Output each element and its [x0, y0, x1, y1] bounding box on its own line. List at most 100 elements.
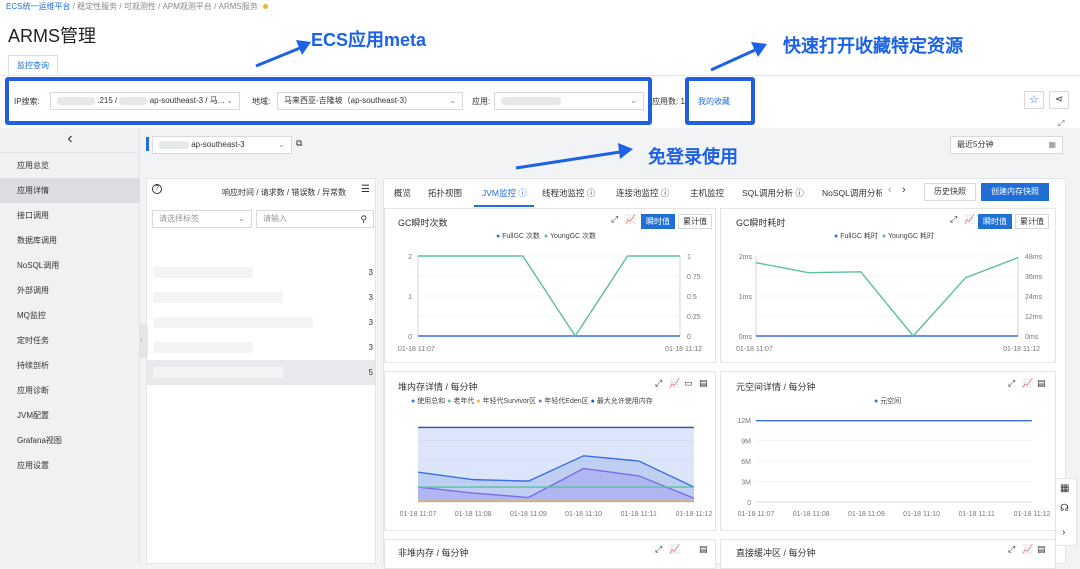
list-item-count: 5 [368, 368, 373, 377]
table-icon[interactable]: ▤ [1037, 378, 1046, 389]
list-item-count: 3 [368, 293, 373, 302]
expand-icon[interactable]: ⤢ [655, 378, 662, 389]
time-range-select[interactable]: 最近5分钟 ▦ [950, 136, 1063, 154]
tag-select[interactable]: 请选择标签 ⌄ [152, 210, 252, 228]
list-item[interactable]: 3 [147, 310, 375, 335]
sidebar-item[interactable]: 定时任务 [0, 328, 140, 353]
chevron-left-icon[interactable]: ‹ [888, 184, 892, 196]
instance-region: ap-southeast-3 [191, 140, 245, 149]
nonheap-title: 非堆内存 / 每分钟 [398, 548, 469, 558]
sidebar-item[interactable]: 接口调用 [0, 203, 140, 228]
favorites-link[interactable]: 我的收藏 [698, 96, 730, 107]
chevron-down-icon: ⌄ [226, 96, 233, 105]
instance-select[interactable]: ap-southeast-3 ⌄ [152, 136, 292, 154]
tab-item[interactable]: 拓扑视图 [428, 187, 462, 199]
tab-label: 连接池监控 [616, 188, 659, 198]
chevron-right-icon[interactable]: › [1062, 527, 1065, 538]
redacted [57, 96, 95, 105]
expand-icon[interactable]: ⤢ [611, 214, 618, 225]
calendar-icon: ▦ [1048, 140, 1056, 149]
tab-item[interactable]: JVM监控 ⓘ [482, 187, 527, 199]
tab-item[interactable]: 概览 [394, 187, 411, 199]
table-icon[interactable]: ▤ [1037, 544, 1046, 555]
redacted [119, 96, 148, 105]
fullscreen-icon[interactable]: ⤢ [1058, 119, 1064, 129]
help-icon[interactable]: ? [152, 184, 162, 194]
tab-item[interactable]: 连接池监控 ⓘ [616, 187, 669, 199]
expand-icon[interactable]: ⤢ [950, 214, 957, 225]
tab-item[interactable]: NoSQL调用分析 [822, 187, 882, 199]
search-icon: ⚲ [360, 214, 367, 224]
line-chart-icon[interactable]: 📈 [669, 378, 680, 389]
legend-item: FullGC 次数 [502, 233, 540, 240]
legend-item: 最大允许使用内存 [596, 398, 653, 405]
sidebar-item[interactable]: 应用总览 [0, 153, 140, 178]
chevron-down-icon: ⌄ [449, 96, 456, 105]
sidebar-item[interactable]: JVM配置 [0, 403, 140, 428]
chevron-right-icon[interactable]: › [902, 184, 906, 196]
line-chart-icon[interactable]: 📈 [669, 544, 680, 555]
table-icon[interactable]: ▤ [699, 544, 708, 555]
sidebar-item[interactable]: 应用诊断 [0, 378, 140, 403]
share-icon[interactable]: ⋖ [1049, 91, 1069, 109]
support-icon[interactable]: ☊ [1060, 503, 1069, 514]
metaspace-title: 元空间详情 / 每分钟 [736, 382, 816, 392]
create-snapshot-button[interactable]: 创建内存快照 [981, 183, 1049, 201]
help-icon: ⓘ [516, 188, 527, 198]
metrics-sort[interactable]: 响应时间 / 请求数 / 错误数 / 异常数 [222, 187, 346, 198]
legend-item: YoungGC 耗时 [888, 233, 935, 240]
cumulative-button[interactable]: 累计值 [678, 214, 712, 229]
tab-item[interactable]: 线程池监控 ⓘ [542, 187, 595, 199]
sidebar-item[interactable]: MQ监控 [0, 303, 140, 328]
list-item-count: 3 [368, 268, 373, 277]
sidebar-item[interactable]: 应用设置 [0, 453, 140, 478]
list-item-count: 3 [368, 318, 373, 327]
time-range-value: 最近5分钟 [957, 140, 994, 149]
line-chart-icon[interactable]: 📈 [964, 214, 975, 225]
sidebar-item[interactable]: 应用详情 [0, 178, 140, 203]
heap-legend: ● 使用总和 ● 老年代 ● 年轻代Survivor区 ● 年轻代Eden区 ●… [411, 398, 653, 405]
tab-label: JVM监控 [482, 188, 517, 198]
instant-button[interactable]: 瞬时值 [641, 214, 675, 229]
ip-search-select[interactable]: .215 / ap-southeast-3 / 马... ⌄ [50, 92, 240, 110]
tab-item[interactable]: SQL调用分析 ⓘ [742, 187, 804, 199]
region-select[interactable]: 马来西亚-吉隆坡（ap-southeast-3） ⌄ [277, 92, 463, 110]
search-input[interactable]: 请输入 ⚲ [256, 210, 374, 228]
sidebar-item[interactable]: 外部调用 [0, 278, 140, 303]
expand-icon[interactable]: ⤢ [1008, 544, 1015, 555]
sidebar-collapse-icon[interactable]: ‹ [0, 128, 140, 153]
list-item[interactable]: 3 [147, 335, 375, 360]
redacted [153, 292, 283, 303]
heap-title: 堆内存详情 / 每分钟 [398, 382, 478, 392]
line-chart-icon[interactable]: 📈 [1022, 544, 1033, 555]
history-snapshot-button[interactable]: 历史快照 [924, 183, 976, 201]
app-select[interactable]: ⌄ [494, 92, 644, 110]
table-icon[interactable]: ▤ [699, 378, 708, 389]
sidebar-item[interactable]: 持续剖析 [0, 353, 140, 378]
copy-icon[interactable]: ⧉ [296, 138, 302, 149]
monitor-icon[interactable]: ▭ [684, 378, 693, 389]
instant-button[interactable]: 瞬时值 [978, 214, 1012, 229]
legend-item: 使用总和 [417, 398, 446, 405]
expand-icon[interactable]: ⤢ [655, 544, 662, 555]
list-item[interactable]: 3 [147, 260, 375, 285]
list-item[interactable]: 5 [147, 360, 375, 385]
sidebar-item[interactable]: NoSQL调用 [0, 253, 140, 278]
list-item[interactable]: 3 [147, 285, 375, 310]
line-chart-icon[interactable]: 📈 [625, 214, 636, 225]
line-chart-icon[interactable]: 📈 [1022, 378, 1033, 389]
document-icon[interactable]: ▦ [1060, 483, 1069, 494]
tab-label: SQL调用分析 [742, 188, 794, 198]
cumulative-button[interactable]: 累计值 [1015, 214, 1049, 229]
sidebar-item[interactable]: Grafana视图 [0, 428, 140, 453]
tab-item[interactable]: 主机监控 [690, 187, 724, 199]
metaspace-card [720, 371, 1056, 531]
expand-icon[interactable]: ⤢ [1008, 378, 1015, 389]
sidebar-item[interactable]: 数据库调用 [0, 228, 140, 253]
help-icon: ⓘ [584, 188, 596, 198]
list-sort-icon[interactable]: ☰ [361, 184, 370, 195]
star-icon[interactable]: ☆ [1024, 91, 1044, 109]
redacted [153, 267, 253, 278]
drag-handle[interactable]: ‹ [140, 324, 148, 358]
active-tab-underline [474, 205, 534, 207]
